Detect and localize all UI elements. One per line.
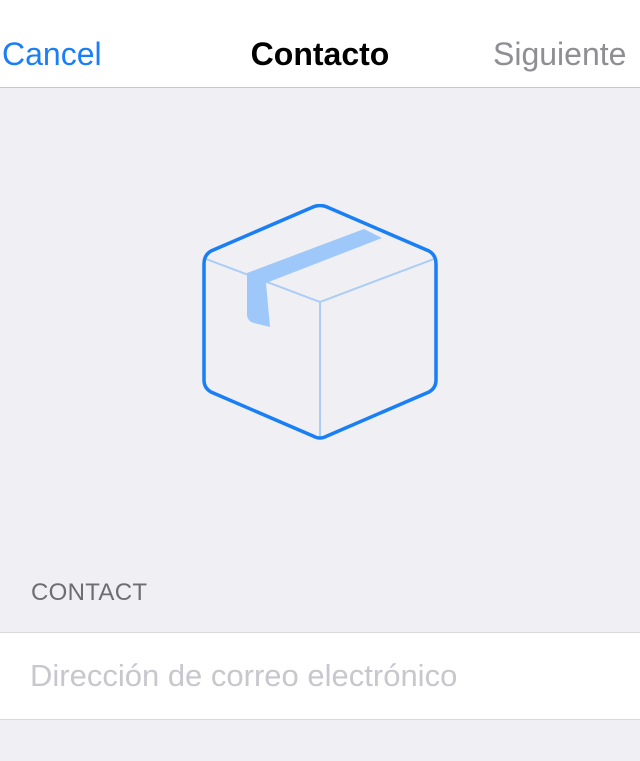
- package-box-icon: [202, 204, 438, 440]
- contact-section-header: CONTACT: [31, 579, 148, 606]
- email-cell: [0, 632, 640, 720]
- hero-area: [0, 89, 640, 559]
- email-field[interactable]: [30, 655, 620, 697]
- navigation-bar: Cancel Contacto Siguiente: [0, 0, 640, 88]
- next-button[interactable]: Siguiente: [493, 34, 626, 74]
